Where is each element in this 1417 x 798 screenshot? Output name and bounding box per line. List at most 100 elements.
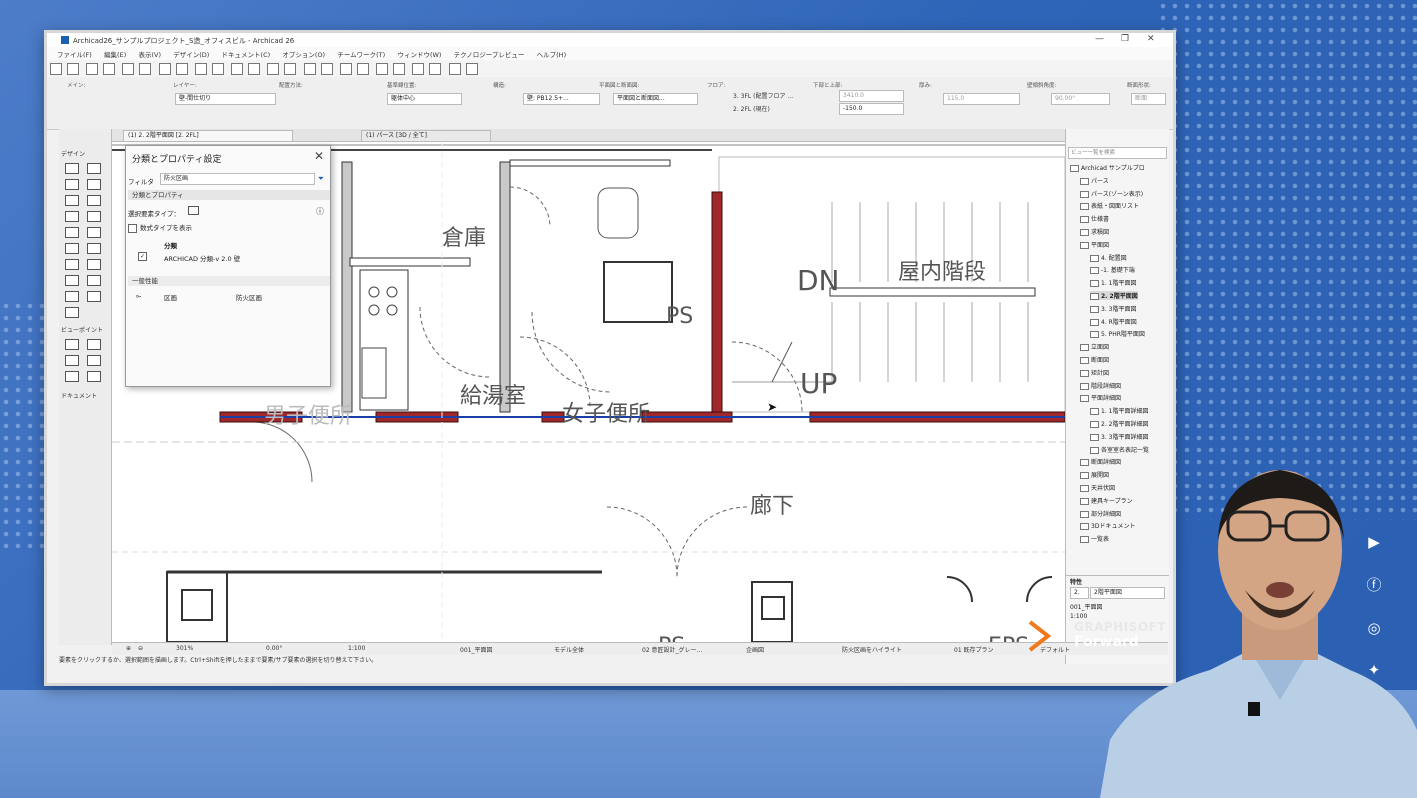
- navigator-item[interactable]: -1. 基礎下端: [1090, 265, 1135, 275]
- zoom-out-icon[interactable]: ⊖: [138, 645, 143, 652]
- 3d-icon[interactable]: [267, 63, 280, 75]
- filter-select[interactable]: 防火区画: [160, 173, 315, 185]
- close-icon[interactable]: ✕: [1147, 34, 1155, 44]
- slant-angle-field[interactable]: 90.00°: [1051, 93, 1110, 105]
- navigator-item[interactable]: 5. PHR階平面図: [1090, 329, 1145, 339]
- facebook-icon[interactable]: ⓕ: [1362, 573, 1386, 597]
- skylight-tool-icon[interactable]: [87, 243, 101, 254]
- navigator-item[interactable]: 3. 3階平面図: [1090, 304, 1136, 313]
- menu-view[interactable]: 表示(V): [138, 49, 161, 59]
- flag-icon[interactable]: [448, 63, 461, 75]
- redo-icon[interactable]: [67, 63, 79, 75]
- layer-combination[interactable]: 001_平面図: [460, 645, 492, 654]
- rotation-angle[interactable]: 0.00°: [266, 645, 282, 652]
- scale-value[interactable]: 1:100: [348, 645, 365, 652]
- menu-edit[interactable]: 編集(E): [104, 49, 126, 59]
- lamp-tool-icon[interactable]: [87, 275, 101, 286]
- fillet-icon[interactable]: [393, 63, 406, 75]
- object-tool-icon[interactable]: [65, 259, 79, 270]
- undo-icon[interactable]: [50, 63, 62, 75]
- zoom-in-icon[interactable]: ⊕: [126, 645, 131, 652]
- door-tool-icon[interactable]: [87, 227, 101, 238]
- menu-options[interactable]: オプション(O): [282, 49, 325, 59]
- publish-icon[interactable]: [465, 63, 478, 75]
- youtube-icon[interactable]: ▶: [1362, 530, 1386, 554]
- navigator-item[interactable]: パース(ゾーン表示): [1080, 189, 1143, 198]
- elevation-icon[interactable]: [303, 63, 316, 75]
- renovation-filter[interactable]: 01 既存プラン: [954, 645, 994, 654]
- classification-value[interactable]: ARCHICAD 分類-v 2.0 壁: [164, 253, 240, 263]
- tab-floor-plan[interactable]: (1) 2. 2階平面図 [2. 2FL]: [123, 130, 293, 141]
- top-offset-field[interactable]: 3410.0: [839, 90, 904, 102]
- zone-tool-icon[interactable]: [87, 259, 101, 270]
- dimension-standard[interactable]: 企画図: [746, 645, 764, 654]
- toolbox-document-header[interactable]: ドキュメント: [61, 391, 97, 400]
- properties-header[interactable]: 特性: [1070, 577, 1082, 586]
- curtain-wall-tool-icon[interactable]: [65, 227, 79, 238]
- roof-tool-icon[interactable]: [65, 195, 79, 206]
- classification-section-header[interactable]: 分類とプロパティ: [128, 190, 330, 200]
- instagram-icon[interactable]: ◎: [1362, 616, 1386, 640]
- story-bottom[interactable]: 2. 2FL (現在): [733, 104, 770, 113]
- lock-icon[interactable]: [248, 63, 261, 75]
- menu-design[interactable]: デザイン(D): [173, 49, 209, 59]
- toolbox-viewpoint-header[interactable]: ビューポイント: [61, 325, 103, 334]
- guide-icon[interactable]: [175, 63, 188, 75]
- worksheet-tool-icon[interactable]: [65, 371, 79, 382]
- minimize-icon[interactable]: —: [1095, 34, 1104, 44]
- opening-tool-icon[interactable]: [87, 291, 101, 302]
- property-value[interactable]: 防火区画: [236, 292, 262, 302]
- layer-field[interactable]: 壁-間仕切り: [175, 93, 276, 105]
- structure-field[interactable]: 壁: PB12.5+...: [523, 93, 600, 105]
- section-shape-field[interactable]: 断面: [1131, 93, 1166, 105]
- morph-tool-icon[interactable]: [65, 291, 79, 302]
- stair-tool-icon[interactable]: [65, 211, 79, 222]
- shell-tool-icon[interactable]: [87, 195, 101, 206]
- railing-tool-icon[interactable]: [87, 211, 101, 222]
- model-view-option[interactable]: モデル全体: [554, 645, 584, 654]
- thickness-field[interactable]: 115.0: [943, 93, 1020, 105]
- layers-icon[interactable]: [211, 63, 224, 75]
- inject-icon[interactable]: [103, 63, 116, 75]
- story-top[interactable]: 3. 3FL (配置フロア ...: [733, 91, 793, 100]
- navigator-item[interactable]: 求積図: [1080, 227, 1109, 236]
- view-icon[interactable]: [231, 63, 244, 75]
- render-icon[interactable]: [320, 63, 333, 75]
- navigator-item[interactable]: 階段詳細図: [1080, 381, 1121, 390]
- navigator-item[interactable]: 2. 2階平面図: [1090, 291, 1138, 300]
- show-formula-checkbox[interactable]: [128, 223, 137, 233]
- maximize-icon[interactable]: ❐: [1121, 34, 1129, 44]
- navigator-search-input[interactable]: ビュー一覧を検索: [1068, 147, 1167, 159]
- elevation-tool-icon[interactable]: [87, 339, 101, 350]
- frame-tool-icon[interactable]: [65, 307, 79, 318]
- navigator-item[interactable]: 仕様書: [1080, 214, 1109, 224]
- navigator-item[interactable]: パース: [1080, 176, 1109, 185]
- menu-teamwork[interactable]: チームワーク(T): [337, 49, 385, 59]
- zoom-level[interactable]: 301%: [176, 645, 193, 652]
- menu-file[interactable]: ファイル(F): [57, 49, 92, 59]
- navigator-item[interactable]: 平面詳細図: [1080, 393, 1121, 403]
- trim-icon[interactable]: [339, 63, 352, 75]
- graphic-override[interactable]: 防火区画をハイライト: [842, 645, 902, 654]
- navigator-item[interactable]: 断面図: [1080, 355, 1109, 364]
- plan-section-field[interactable]: 平面図と断面図...: [613, 93, 698, 105]
- twitter-icon[interactable]: ✦: [1362, 658, 1386, 682]
- navigator-item[interactable]: 1. 1階平面詳細図: [1090, 406, 1148, 416]
- grid-icon[interactable]: [194, 63, 207, 75]
- change-tool-icon[interactable]: [87, 371, 101, 382]
- eyedropper-icon[interactable]: [122, 63, 135, 75]
- section-tool-icon[interactable]: [65, 339, 79, 350]
- section-icon[interactable]: [284, 63, 297, 75]
- mesh-tool-icon[interactable]: [65, 275, 79, 286]
- dialog-close-icon[interactable]: ✕: [314, 149, 324, 163]
- beam-tool-icon[interactable]: [65, 179, 79, 190]
- slab-tool-icon[interactable]: [87, 179, 101, 190]
- wall-tool-icon[interactable]: [65, 163, 79, 174]
- toolbox-design-header[interactable]: デザイン: [61, 149, 85, 158]
- menu-window[interactable]: ウィンドウ(W): [397, 49, 441, 59]
- navigator-item[interactable]: 矩計図: [1080, 368, 1109, 377]
- camera-tool-icon[interactable]: [87, 355, 101, 366]
- bottom-offset-field[interactable]: -150.0: [839, 103, 904, 115]
- tab-3d-perspective[interactable]: (1) パース [3D / 全て]: [361, 130, 491, 141]
- split-icon[interactable]: [356, 63, 369, 75]
